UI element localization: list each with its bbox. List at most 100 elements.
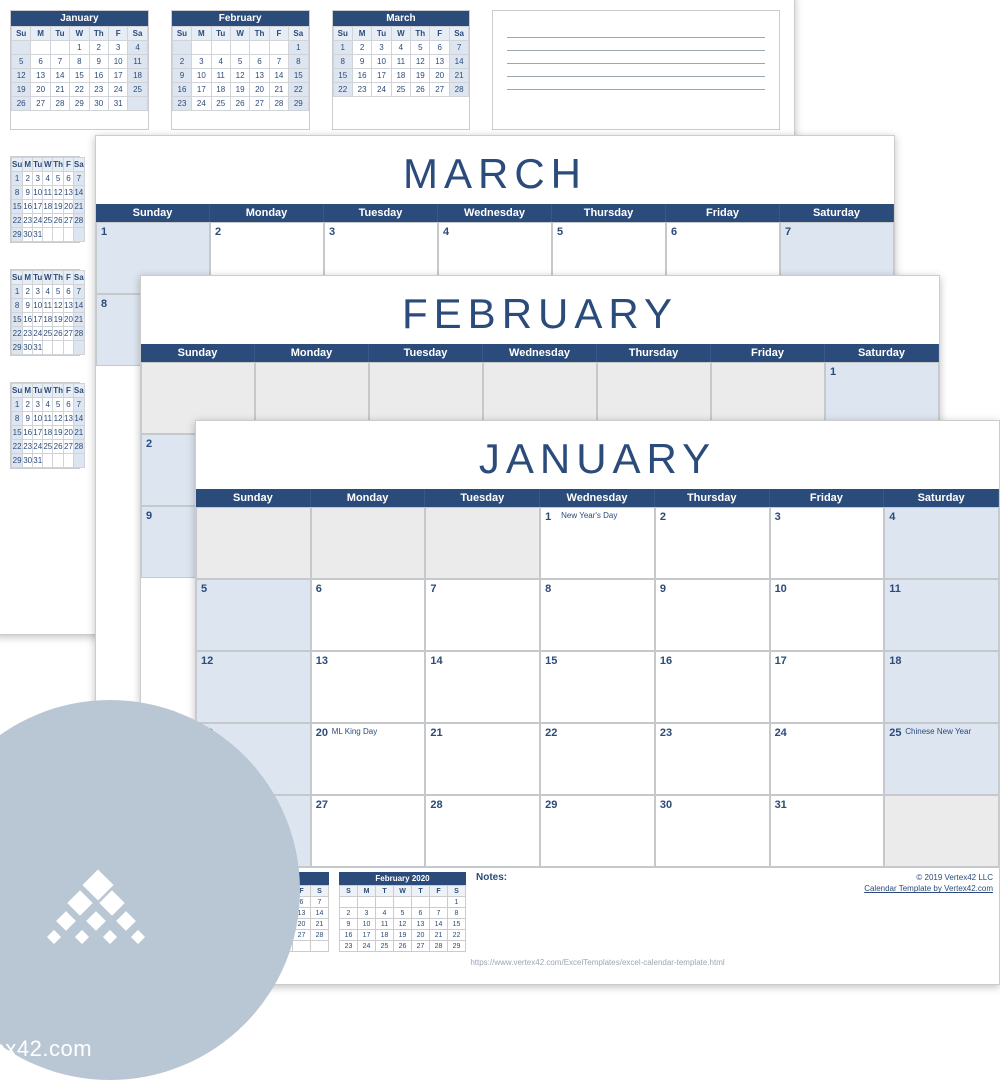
weekday-header: Saturday <box>884 489 999 507</box>
mini-calendar: SuMTuWThFSa12345678910111213141516171819… <box>10 382 80 469</box>
weekday-header: Wednesday <box>540 489 655 507</box>
day-number: 8 <box>545 583 551 595</box>
weekday-header: Tuesday <box>369 344 483 362</box>
vertex42-logo-icon <box>47 880 137 950</box>
calendar-cell[interactable]: 4 <box>884 507 999 579</box>
day-number: 1 <box>101 226 107 238</box>
day-number: 27 <box>316 799 328 811</box>
calendar-cell[interactable]: 17 <box>770 651 885 723</box>
weekday-header: Monday <box>311 489 426 507</box>
month-title: FEBRUARY <box>141 276 939 344</box>
calendar-cell[interactable]: 11 <box>884 579 999 651</box>
weekday-header: Sunday <box>141 344 255 362</box>
day-number: 5 <box>201 583 207 595</box>
calendar-cell[interactable]: 10 <box>770 579 885 651</box>
template-link[interactable]: Calendar Template by Vertex42.com <box>864 883 993 894</box>
day-number: 16 <box>660 655 672 667</box>
day-number: 10 <box>775 583 787 595</box>
calendar-cell[interactable]: 20 ML King Day <box>311 723 426 795</box>
day-number: 22 <box>545 727 557 739</box>
mini-calendar-title: March <box>333 11 470 26</box>
calendar-cell[interactable]: 14 <box>425 651 540 723</box>
day-number: 15 <box>545 655 557 667</box>
calendar-cell[interactable]: 6 <box>311 579 426 651</box>
calendar-cell[interactable]: 27 <box>311 795 426 867</box>
weekday-header: Saturday <box>780 204 894 222</box>
calendar-cell[interactable]: 7 <box>425 579 540 651</box>
day-number: 13 <box>316 655 328 667</box>
footer-url: https://www.vertex42.com/ExcelTemplates/… <box>196 956 999 967</box>
calendar-cell[interactable]: 18 <box>884 651 999 723</box>
calendar-footer: December 2019SMTWTFS12345678910111213141… <box>196 867 999 956</box>
weekday-header: Tuesday <box>324 204 438 222</box>
day-number: 4 <box>443 226 449 238</box>
calendar-cell[interactable]: 13 <box>311 651 426 723</box>
calendar-cell[interactable] <box>196 507 311 579</box>
weekday-header: Sunday <box>196 489 311 507</box>
calendar-cell[interactable]: 16 <box>655 651 770 723</box>
month-sheet-january: JANUARY SundayMondayTuesdayWednesdayThur… <box>195 420 1000 985</box>
calendar-cell[interactable] <box>311 507 426 579</box>
calendar-cell[interactable]: 22 <box>540 723 655 795</box>
calendar-cell[interactable]: 25Chinese New Year <box>884 723 999 795</box>
event-label: ML King Day <box>332 727 378 736</box>
weekday-header: Wednesday <box>483 344 597 362</box>
weekday-header: Tuesday <box>425 489 540 507</box>
day-number: 30 <box>660 799 672 811</box>
weekday-header: Monday <box>255 344 369 362</box>
copyright-text: © 2019 Vertex42 LLC <box>864 872 993 883</box>
day-number: 29 <box>545 799 557 811</box>
copyright-block: © 2019 Vertex42 LLC Calendar Template by… <box>864 872 993 894</box>
mini-calendar-title: February 2020 <box>339 872 466 885</box>
calendar-cell[interactable]: 9 <box>655 579 770 651</box>
notes-label: Notes: <box>476 872 854 883</box>
day-number: 20 <box>316 727 328 739</box>
calendar-cell[interactable]: 8 <box>540 579 655 651</box>
day-number: 3 <box>775 511 781 523</box>
weekday-header: Friday <box>770 489 885 507</box>
day-number: 7 <box>430 583 436 595</box>
calendar-cell[interactable]: 12 <box>196 651 311 723</box>
day-number: 28 <box>430 799 442 811</box>
calendar-cell[interactable]: 28 <box>425 795 540 867</box>
mini-calendar-title: February <box>172 11 309 26</box>
calendar-cell[interactable]: 24 <box>770 723 885 795</box>
calendar-cell[interactable]: 23 <box>655 723 770 795</box>
mini-calendar: SuMTuWThFSa12345678910111213141516171819… <box>10 269 80 356</box>
calendar-cell[interactable]: 29 <box>540 795 655 867</box>
day-number: 9 <box>660 583 666 595</box>
weekday-header: Friday <box>711 344 825 362</box>
brand-text: vertex42.com <box>0 1036 92 1062</box>
day-number: 31 <box>775 799 787 811</box>
event-label: Chinese New Year <box>905 727 971 736</box>
calendar-cell[interactable]: 21 <box>425 723 540 795</box>
day-number: 2 <box>660 511 666 523</box>
notes-block[interactable] <box>492 10 780 130</box>
calendar-cell[interactable]: 2 <box>655 507 770 579</box>
mini-calendar: SuMTuWThFSa12345678910111213141516171819… <box>10 156 80 243</box>
day-number: 23 <box>660 727 672 739</box>
day-number: 24 <box>775 727 787 739</box>
weekday-header: Wednesday <box>438 204 552 222</box>
day-number: 2 <box>146 438 152 450</box>
day-number: 5 <box>557 226 563 238</box>
day-number: 6 <box>671 226 677 238</box>
month-title: MARCH <box>96 136 894 204</box>
calendar-cell[interactable] <box>425 507 540 579</box>
calendar-cell[interactable]: 31 <box>770 795 885 867</box>
day-number: 1 <box>830 366 836 378</box>
mini-calendar-next: February 2020SMTWTFS12345678910111213141… <box>339 872 466 952</box>
day-number: 7 <box>785 226 791 238</box>
weekday-header: Saturday <box>825 344 939 362</box>
calendar-cell[interactable] <box>884 795 999 867</box>
calendar-cell[interactable]: 3 <box>770 507 885 579</box>
month-title: JANUARY <box>196 421 999 489</box>
day-number: 1 <box>545 511 551 523</box>
day-number: 12 <box>201 655 213 667</box>
calendar-cell[interactable]: 1New Year's Day <box>540 507 655 579</box>
calendar-cell[interactable]: 30 <box>655 795 770 867</box>
day-number: 3 <box>329 226 335 238</box>
calendar-cell[interactable]: 5 <box>196 579 311 651</box>
day-number: 2 <box>215 226 221 238</box>
calendar-cell[interactable]: 15 <box>540 651 655 723</box>
